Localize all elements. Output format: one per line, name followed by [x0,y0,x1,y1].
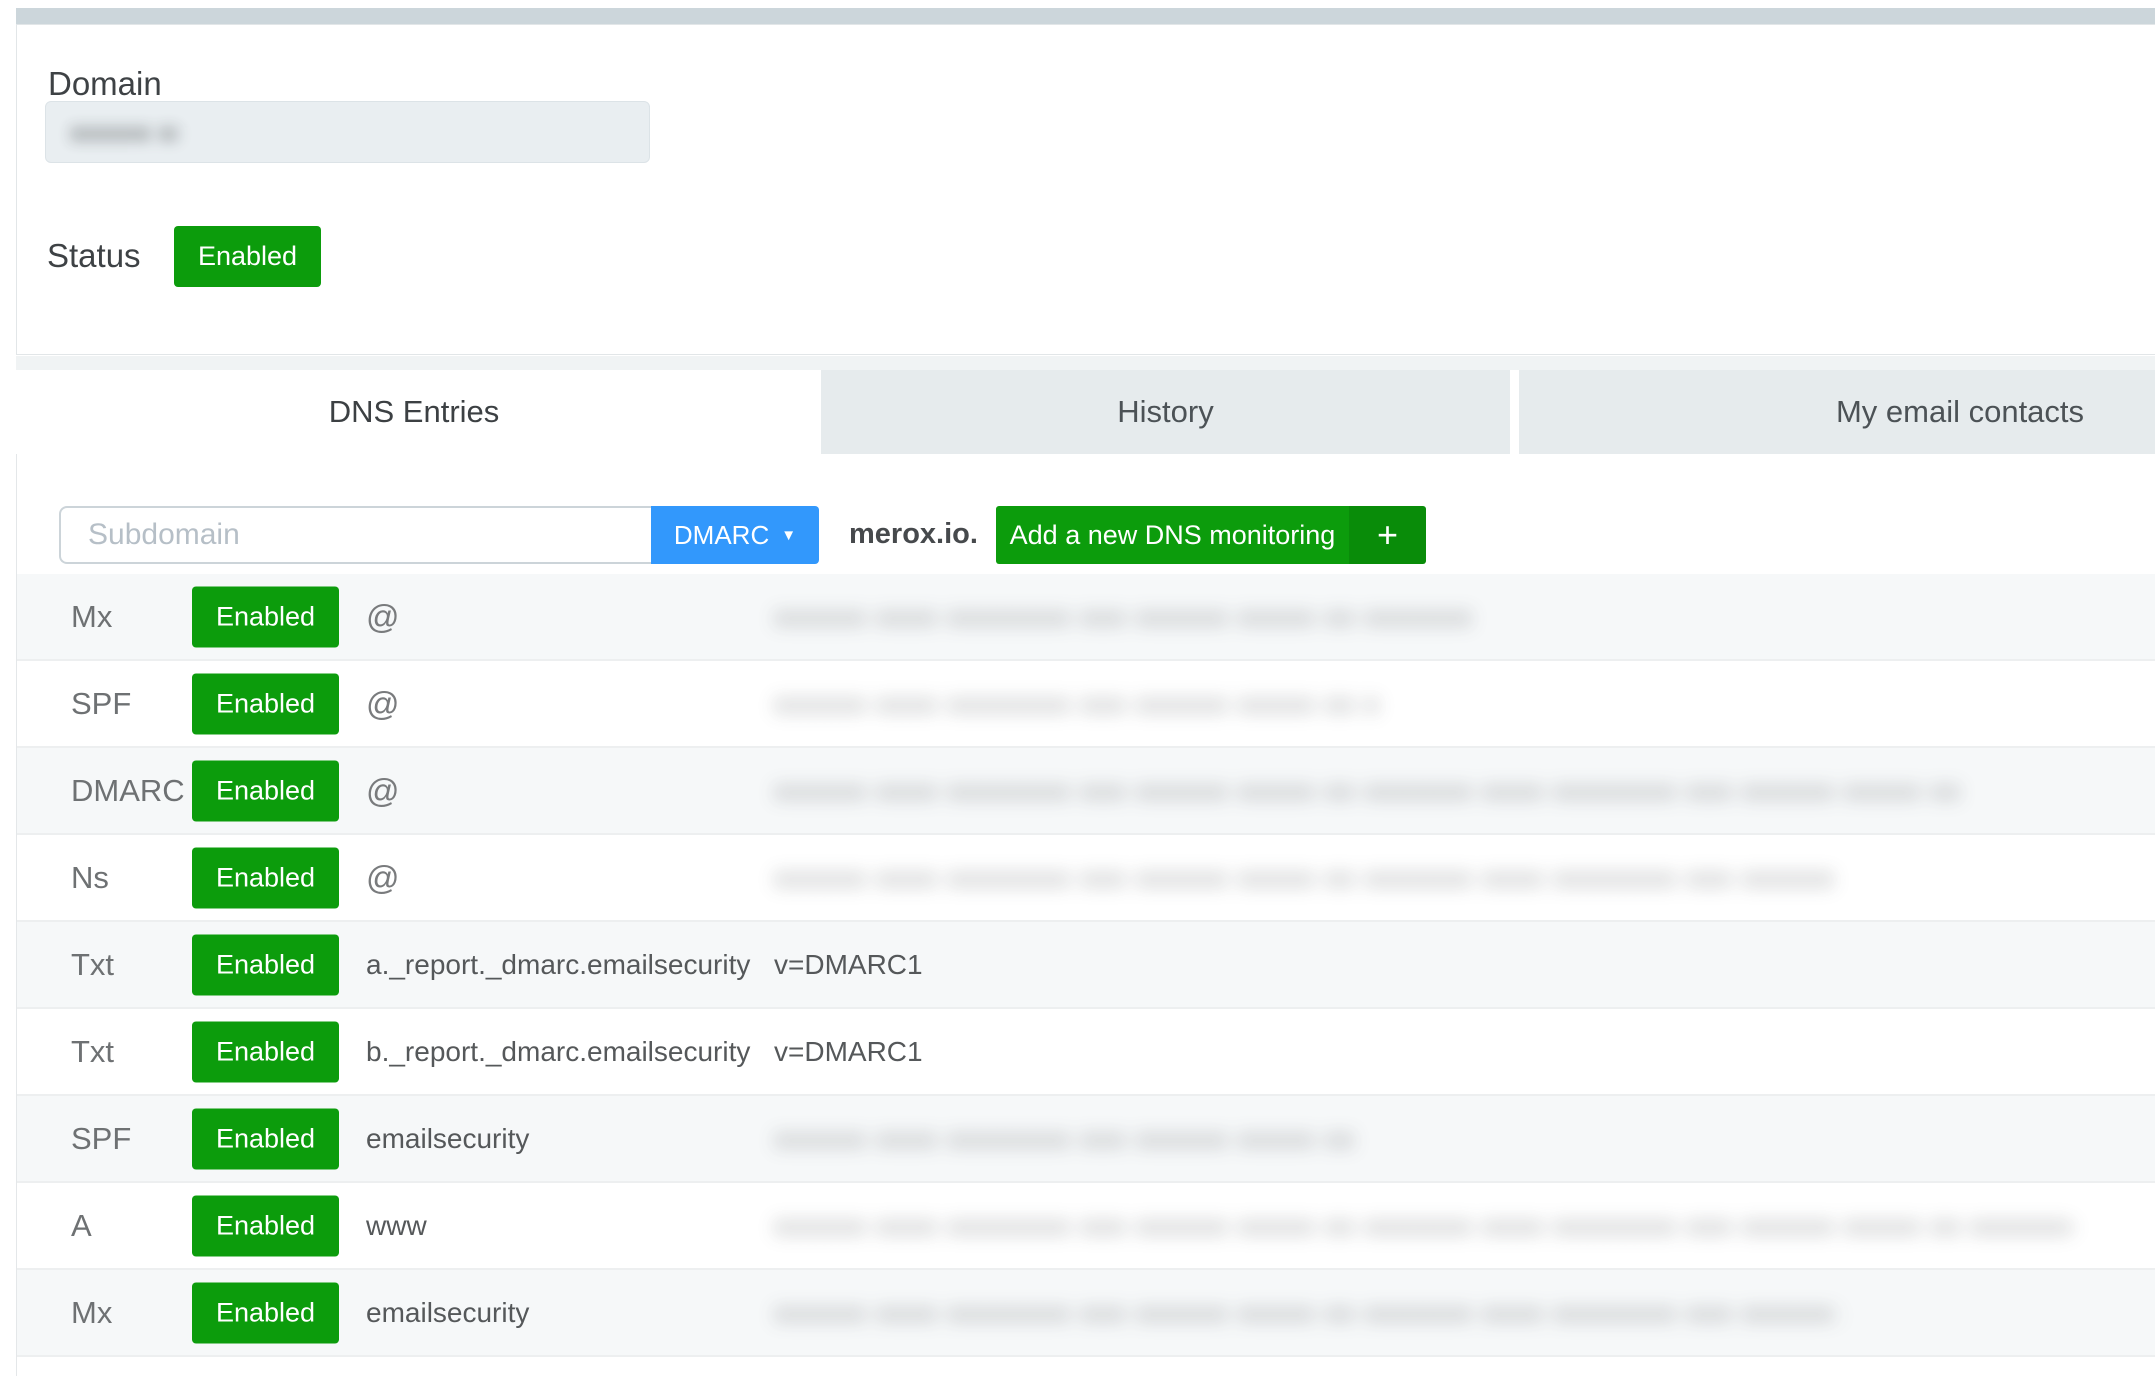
record-subdomain: a._report._dmarc.emailsecurity [366,949,750,981]
subdomain-input[interactable] [59,506,651,564]
status-badge[interactable]: Enabled [192,673,339,734]
tab-history[interactable]: History [821,370,1510,454]
record-type: Txt [71,947,114,983]
record-type: SPF [71,686,131,722]
status-badge[interactable]: Enabled [192,760,339,821]
tab-my-email-contacts[interactable]: My email contacts [1519,370,2155,454]
tab-dns-entries[interactable]: DNS Entries [16,370,812,454]
status-badge[interactable]: Enabled [192,1108,339,1169]
record-subdomain: @ [366,772,400,810]
redacted-domain-value: xxxxxx xx [70,117,178,148]
domain-suffix-label: merox.io. [849,518,978,551]
record-type: SPF [71,1121,131,1157]
table-row[interactable]: Txt Enabled a._report._dmarc.emailsecurity… [17,922,2155,1009]
record-value: v=DMARC1 [774,949,923,981]
status-badge[interactable]: Enabled [192,586,339,647]
redacted-value: xxxxxx xxxx xxxxxxxx xxx xxxxxx xxxxx xx… [774,1290,1846,1336]
add-dns-monitoring-button[interactable]: Add a new DNS monitoring + [996,506,1426,564]
domain-card: Domain xxxxxx xx Status Enabled [16,24,2155,355]
record-subdomain: emailsecurity [366,1123,529,1155]
status-enabled-button[interactable]: Enabled [174,226,321,287]
table-row[interactable]: SPF Enabled @ xxxxxx xxxx xxxxxxxx xxx xxxx… [17,661,2155,748]
redacted-value: xxxxxx xxxx xxxxxxxx xxx xxxxxx xxxxx xx… [774,594,1479,640]
record-type-dropdown[interactable]: DMARC ▼ [651,506,819,564]
table-row[interactable]: Ns Enabled @ xxxxxx xxxx xxxxxxxx xxx xxxxx… [17,835,2155,922]
status-badge[interactable]: Enabled [192,934,339,995]
status-badge[interactable]: Enabled [192,1195,339,1256]
record-subdomain: @ [366,685,400,723]
status-badge[interactable]: Enabled [192,1282,339,1343]
chevron-down-icon: ▼ [781,528,796,543]
domain-label: Domain [48,65,162,103]
domain-input[interactable]: xxxxxx xx [45,101,650,163]
record-subdomain: @ [366,859,400,897]
top-strip-divider [16,8,2155,24]
record-type: DMARC [71,773,185,809]
add-dns-monitoring-label: Add a new DNS monitoring [996,506,1349,564]
record-value: v=DMARC1 [774,1036,923,1068]
tab-bar: DNS Entries History My email contacts [16,370,2155,454]
record-type: Mx [71,1295,112,1331]
redacted-value: xxxxxx xxxx xxxxxxxx xxx xxxxxx xxxxx xx… [774,1116,1356,1162]
plus-icon: + [1349,506,1426,564]
status-badge[interactable]: Enabled [192,1021,339,1082]
page-background-band [16,356,2155,370]
table-row[interactable]: SPF Enabled emailsecurity xxxxxx xxxx xxxxx… [17,1096,2155,1183]
record-type: A [71,1208,92,1244]
redacted-value: xxxxxx xxxx xxxxxxxx xxx xxxxxx xxxxx xx… [774,855,1840,901]
record-subdomain: @ [366,598,400,636]
record-subdomain: www [366,1210,427,1242]
dns-entries-panel: DMARC ▼ merox.io. Add a new DNS monitori… [16,454,2155,1376]
redacted-value: xxxxxx xxxx xxxxxxxx xxx xxxxxx xxxxx xx… [774,1203,2072,1249]
table-row[interactable]: Mx Enabled emailsecurity xxxxxx xxxx xxxxxx… [17,1270,2155,1357]
record-type: Mx [71,599,112,635]
record-subdomain: emailsecurity [366,1297,529,1329]
record-subdomain: b._report._dmarc.emailsecurity [366,1036,750,1068]
record-type: Txt [71,1034,114,1070]
table-row[interactable]: A Enabled www xxxxxx xxxx xxxxxxxx xxx xxxx… [17,1183,2155,1270]
table-row[interactable]: DMARCEnabled @ xxxxxx xxxx xxxxxxxx xxx xx… [17,748,2155,835]
redacted-value: xxxxxx xxxx xxxxxxxx xxx xxxxxx xxxxx xx… [774,768,1959,814]
dns-records-table: Mx Enabled @ xxxxxx xxxx xxxxxxxx xxx xxxxx… [17,574,2155,1357]
record-type: Ns [71,860,109,896]
table-row[interactable]: Txt Enabled b._report._dmarc.emailsecurity… [17,1009,2155,1096]
table-row[interactable]: Mx Enabled @ xxxxxx xxxx xxxxxxxx xxx xxxxx… [17,574,2155,661]
status-label: Status [47,237,141,275]
record-type-dropdown-label: DMARC [674,520,769,551]
redacted-value: xxxxxx xxxx xxxxxxxx xxx xxxxxx xxxxx xx… [774,681,1379,727]
status-badge[interactable]: Enabled [192,847,339,908]
